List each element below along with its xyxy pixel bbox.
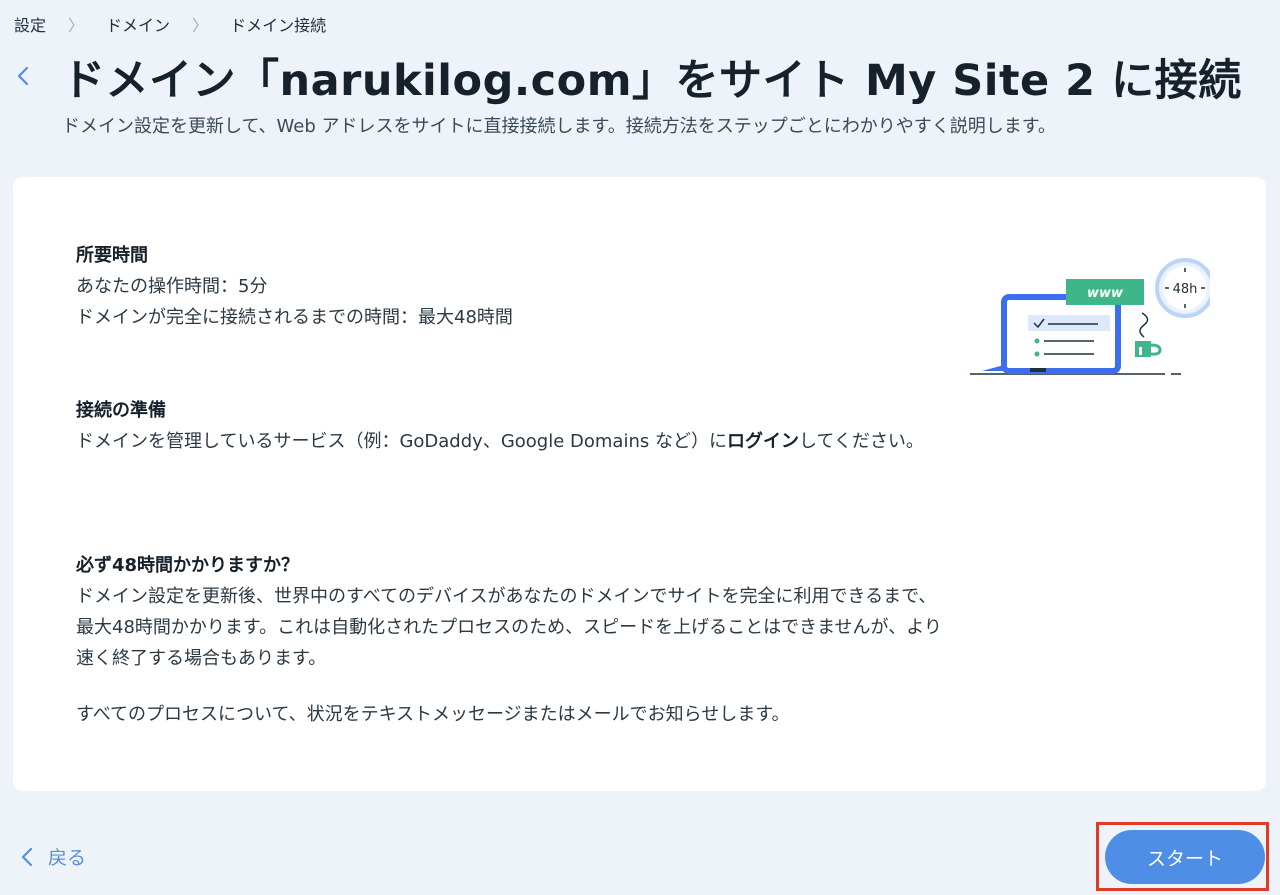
section-text: すべてのプロセスについて、状況をテキストメッセージまたはメールでお知らせします。 — [76, 704, 790, 725]
prep-text-before: ドメインを管理しているサービス（例：GoDaddy、Google Domains… — [76, 431, 727, 452]
info-card: 所要時間 あなたの操作時間：5分 ドメインが完全に接続されるまでの時間：最大48… — [13, 177, 1266, 791]
back-button[interactable]: 戻る — [20, 843, 86, 870]
section-heading: 接続の準備 — [76, 400, 166, 421]
section-line: ドメインが完全に接続されるまでの時間：最大48時間 — [76, 307, 513, 328]
start-button[interactable]: スタート — [1105, 830, 1265, 884]
breadcrumb: 設定 〉 ドメイン 〉 ドメイン接続 — [14, 12, 326, 36]
section-preparation: 接続の準備 ドメインを管理しているサービス（例：GoDaddy、Google D… — [76, 395, 946, 457]
section-text: ドメイン設定を更新後、世界中のすべてのデバイスがあなたのドメインでサイトを完全に… — [76, 586, 942, 669]
breadcrumb-separator-icon: 〉 — [68, 16, 85, 35]
chevron-left-icon[interactable] — [12, 62, 34, 90]
back-button-label: 戻る — [48, 847, 87, 869]
chevron-left-icon — [21, 847, 33, 866]
prep-text-after: してください。 — [798, 431, 924, 452]
section-text: ドメインを管理しているサービス（例：GoDaddy、Google Domains… — [76, 426, 946, 457]
section-time-required: 所要時間 あなたの操作時間：5分 ドメインが完全に接続されるまでの時間：最大48… — [76, 240, 946, 333]
section-line: あなたの操作時間：5分 — [76, 276, 268, 297]
section-heading: 所要時間 — [76, 245, 148, 266]
breadcrumb-item-settings[interactable]: 設定 — [14, 12, 46, 36]
prep-text-bold: ログイン — [726, 431, 799, 452]
page-subtitle: ドメイン設定を更新して、Web アドレスをサイトに直接接続します。接続方法をステ… — [62, 116, 1056, 137]
clock-48h-label: 48h — [1173, 282, 1198, 297]
breadcrumb-separator-icon: 〉 — [192, 16, 209, 35]
section-heading: 必ず48時間かかりますか？ — [76, 555, 300, 576]
breadcrumb-item-domains[interactable]: ドメイン — [106, 12, 170, 36]
www-label: www — [1087, 286, 1124, 301]
section-notification: すべてのプロセスについて、状況をテキストメッセージまたはメールでお知らせします。 — [76, 699, 946, 730]
page-title: ドメイン「narukilog.com」をサイト My Site 2 に接続 — [62, 56, 1242, 106]
domain-connect-illustration: www 48h — [970, 258, 1210, 375]
section-48-hours: 必ず48時間かかりますか？ ドメイン設定を更新後、世界中のすべてのデバイスがあな… — [76, 550, 946, 674]
breadcrumb-item-domain-connect: ドメイン接続 — [230, 16, 327, 35]
